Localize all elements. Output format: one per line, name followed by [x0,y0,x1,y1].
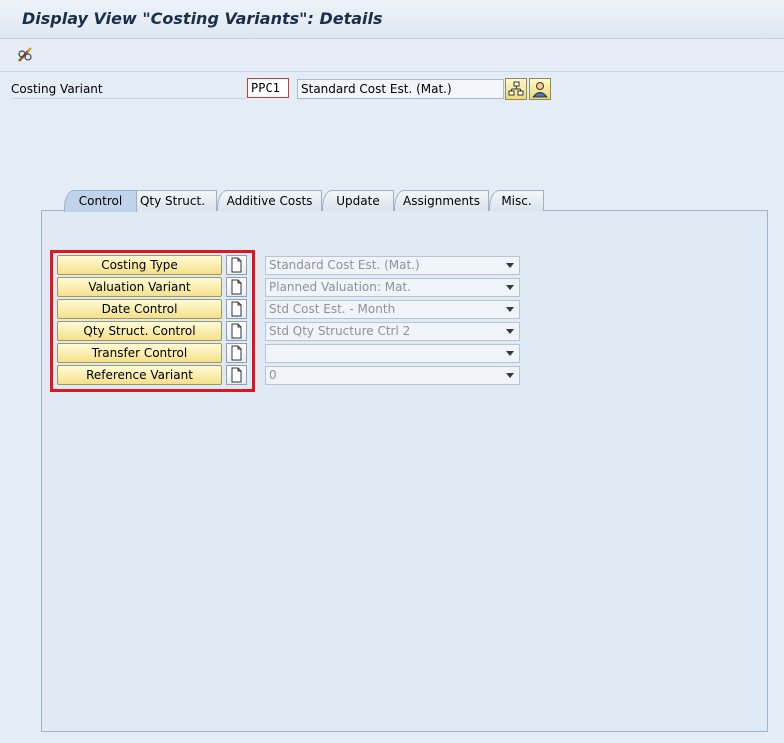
chevron-down-icon [506,373,514,378]
tab-qty-struct[interactable]: Qty Struct. [128,190,217,211]
costing-variant-label: Costing Variant [11,81,246,99]
costing-type-dropdown[interactable]: Standard Cost Est. (Mat.) [265,256,520,275]
date-control-dropdown[interactable]: Std Cost Est. - Month [265,300,520,319]
tab-misc[interactable]: Misc. [489,190,544,211]
chevron-down-icon [506,263,514,268]
title-bar: Display View "Costing Variants": Details [0,0,784,39]
chevron-down-icon [506,307,514,312]
costing-variant-description-field: Standard Cost Est. (Mat.) [297,79,504,99]
tab-control[interactable]: Control [64,190,137,212]
date-control-value: Std Cost Est. - Month [269,302,396,316]
valuation-variant-value: Planned Valuation: Mat. [269,280,411,294]
tab-assignments[interactable]: Assignments [394,190,489,211]
page-title: Display View "Costing Variants": Details [22,9,383,28]
chevron-down-icon [506,285,514,290]
application-toolbar [0,39,784,72]
display-change-icon[interactable] [14,44,36,66]
reference-variant-dropdown[interactable]: 0 [265,366,520,385]
costing-variant-key-field[interactable]: PPC1 [247,78,289,98]
highlight-frame [50,250,255,392]
person-icon[interactable] [529,78,551,100]
tab-update[interactable]: Update [322,190,394,211]
reference-variant-value: 0 [269,368,277,382]
chevron-down-icon [506,329,514,334]
hierarchy-icon[interactable] [505,78,527,100]
chevron-down-icon [506,351,514,356]
qty-struct-control-dropdown[interactable]: Std Qty Structure Ctrl 2 [265,322,520,341]
qty-struct-control-value: Std Qty Structure Ctrl 2 [269,324,411,338]
tab-additive-costs[interactable]: Additive Costs [217,190,322,211]
costing-type-value: Standard Cost Est. (Mat.) [269,258,420,272]
valuation-variant-dropdown[interactable]: Planned Valuation: Mat. [265,278,520,297]
transfer-control-dropdown[interactable] [265,344,520,363]
